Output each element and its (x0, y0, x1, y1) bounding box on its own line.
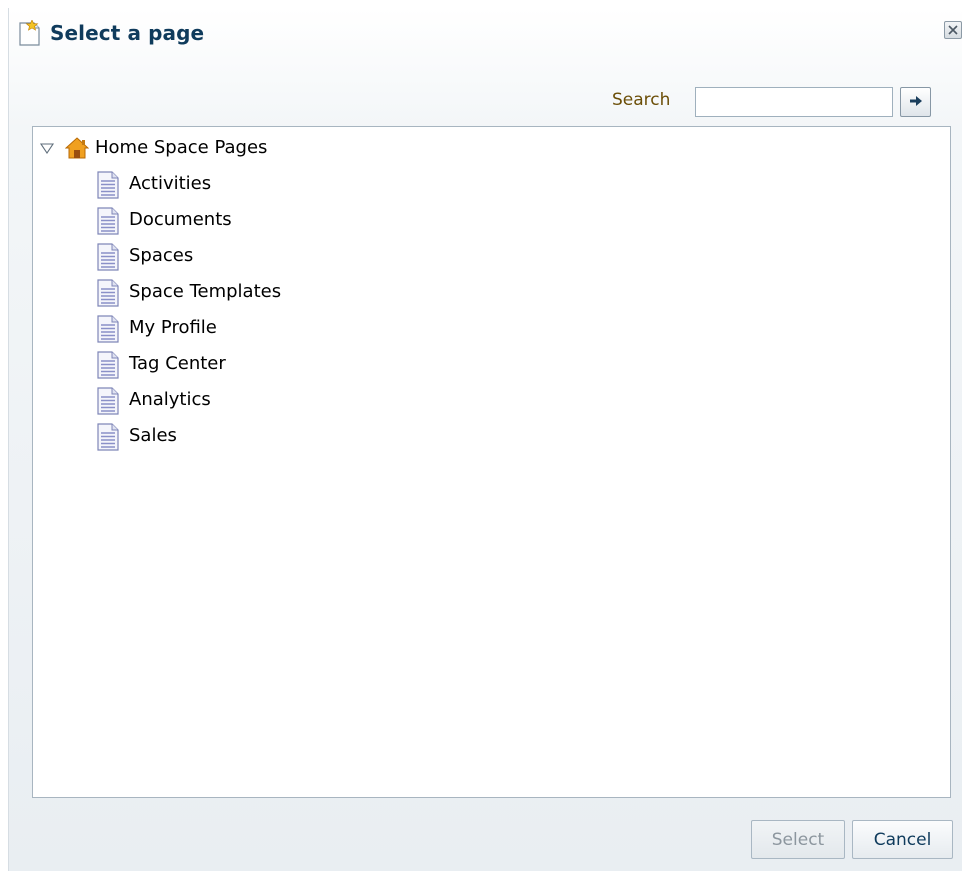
tree-item-tag-center[interactable]: Tag Center (97, 349, 497, 379)
search-go-button[interactable] (900, 87, 931, 117)
tree-item-space-templates[interactable]: Space Templates (97, 277, 497, 307)
close-icon[interactable] (944, 21, 962, 39)
page-tree: Home Space Pages Activities Documents Sp… (32, 126, 951, 798)
tree-item-label: Space Templates (129, 281, 282, 302)
tree-item-label: Activities (129, 173, 212, 194)
tree-item-sales[interactable]: Sales (97, 421, 497, 451)
tree-root-home-space-pages[interactable]: Home Space Pages (33, 135, 433, 163)
document-icon (97, 351, 119, 379)
tree-item-label: Spaces (129, 245, 194, 266)
tree-item-spaces[interactable]: Spaces (97, 241, 497, 271)
tree-item-documents[interactable]: Documents (97, 205, 497, 235)
tree-item-activities[interactable]: Activities (97, 169, 497, 199)
search-label: Search (612, 90, 671, 110)
tree-item-label: Documents (129, 209, 232, 230)
new-page-icon (19, 19, 41, 46)
tree-item-label: My Profile (129, 317, 217, 338)
tree-item-my-profile[interactable]: My Profile (97, 313, 497, 343)
document-icon (97, 279, 119, 307)
document-icon (97, 243, 119, 271)
tree-item-label: Tag Center (129, 353, 226, 374)
cancel-button[interactable]: Cancel (852, 820, 953, 859)
select-page-dialog: Select a page Search Home Space Pages Ac… (8, 8, 962, 871)
arrow-right-icon (908, 93, 924, 112)
search-input[interactable] (695, 87, 893, 117)
tree-item-analytics[interactable]: Analytics (97, 385, 497, 415)
document-icon (97, 423, 119, 451)
select-button[interactable]: Select (751, 820, 845, 859)
dialog-title-bar: Select a page (9, 8, 962, 60)
home-icon (64, 136, 90, 160)
tree-root-label[interactable]: Home Space Pages (95, 137, 267, 158)
tree-item-label: Sales (129, 425, 177, 446)
dialog-title: Select a page (50, 21, 205, 45)
document-icon (97, 315, 119, 343)
tree-item-label: Analytics (129, 389, 211, 410)
document-icon (97, 171, 119, 199)
document-icon (97, 387, 119, 415)
expand-triangle-icon[interactable] (39, 140, 55, 156)
document-icon (97, 207, 119, 235)
